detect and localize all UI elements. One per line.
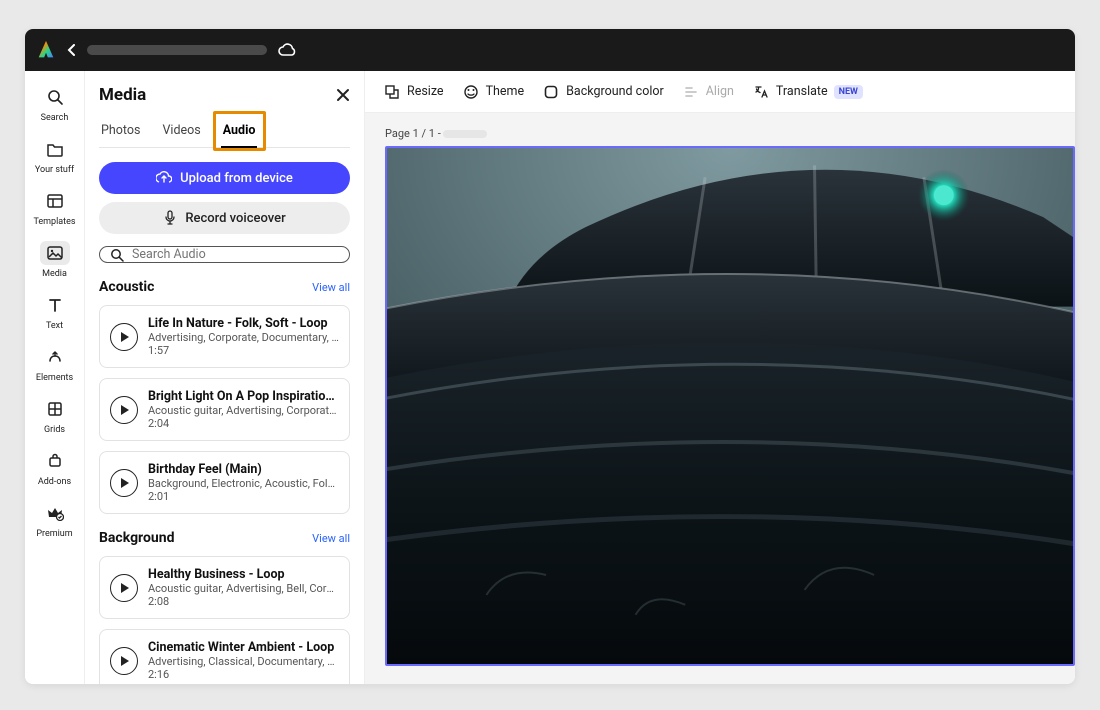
- rail-label: Elements: [36, 373, 73, 383]
- canvas-toolbar: Resize Theme Background color Align Tran…: [365, 71, 1075, 113]
- back-button[interactable]: [67, 44, 77, 56]
- rail-label: Text: [46, 321, 63, 331]
- track-title: Bright Light On A Pop Inspiratio…: [148, 389, 339, 404]
- left-rail: Search Your stuff Templates Media Text Elemen…: [25, 71, 85, 684]
- play-button[interactable]: [110, 469, 138, 497]
- track-tags: Acoustic guitar, Advertising, Corporate,…: [148, 404, 339, 417]
- align-icon: [682, 83, 700, 101]
- rail-elements[interactable]: Elements: [29, 341, 81, 389]
- track-tags: Acoustic guitar, Advertising, Bell, Corp…: [148, 582, 339, 595]
- track-title: Healthy Business - Loop: [148, 567, 339, 582]
- app-logo: [35, 39, 57, 61]
- premium-icon: [40, 501, 70, 525]
- close-panel-button[interactable]: [336, 88, 350, 102]
- canvas[interactable]: [385, 146, 1075, 666]
- text-icon: [40, 293, 70, 317]
- rail-grids[interactable]: Grids: [29, 393, 81, 441]
- search-icon: [110, 248, 124, 262]
- search-input[interactable]: [132, 247, 339, 262]
- view-all-link[interactable]: View all: [312, 532, 350, 545]
- tab-videos[interactable]: Videos: [160, 117, 202, 147]
- new-badge: NEW: [834, 85, 863, 99]
- track-tags: Advertising, Classical, Documentary, Dr…: [148, 655, 339, 668]
- translate-tool[interactable]: Translate NEW: [752, 83, 863, 101]
- rail-addons[interactable]: Add-ons: [29, 445, 81, 493]
- track-tags: Advertising, Corporate, Documentary, D…: [148, 331, 339, 344]
- addons-icon: [40, 449, 70, 473]
- track-title: Cinematic Winter Ambient - Loop: [148, 640, 339, 655]
- align-tool: Align: [682, 83, 734, 101]
- your-stuff-icon: [40, 137, 70, 161]
- bgcolor-icon: [542, 83, 560, 101]
- rail-search[interactable]: Search: [29, 81, 81, 129]
- translate-icon: [752, 83, 770, 101]
- record-label: Record voiceover: [185, 211, 285, 226]
- track-duration: 2:08: [148, 595, 339, 608]
- play-button[interactable]: [110, 323, 138, 351]
- elements-icon: [40, 345, 70, 369]
- audio-track[interactable]: Birthday Feel (Main)Background, Electron…: [99, 451, 350, 514]
- theme-icon: [462, 83, 480, 101]
- background-color-tool[interactable]: Background color: [542, 83, 664, 101]
- theme-tool[interactable]: Theme: [462, 83, 525, 101]
- audio-track[interactable]: Healthy Business - LoopAcoustic guitar, …: [99, 556, 350, 619]
- resize-tool[interactable]: Resize: [383, 83, 444, 101]
- canvas-artwork: [387, 148, 1073, 664]
- audio-sections: Acoustic View all Life In Nature - Folk, S…: [99, 263, 350, 684]
- templates-icon: [40, 189, 70, 213]
- play-button[interactable]: [110, 574, 138, 602]
- rail-label: Templates: [33, 217, 75, 227]
- main-area: Search Your stuff Templates Media Text Elemen…: [25, 71, 1075, 684]
- track-duration: 2:01: [148, 490, 339, 503]
- document-title-placeholder[interactable]: [87, 45, 267, 55]
- page-indicator: Page 1 / 1 -: [365, 113, 1075, 146]
- canvas-area: Resize Theme Background color Align Tran…: [365, 71, 1075, 684]
- rail-label: Search: [41, 113, 69, 123]
- rail-label: Premium: [36, 529, 72, 539]
- rail-premium[interactable]: Premium: [29, 497, 81, 545]
- panel-title: Media: [99, 85, 146, 105]
- track-tags: Background, Electronic, Acoustic, Folk, …: [148, 477, 339, 490]
- rail-label: Your stuff: [35, 165, 74, 175]
- grids-icon: [40, 397, 70, 421]
- rail-label: Grids: [44, 425, 65, 435]
- media-icon: [40, 241, 70, 265]
- view-all-link[interactable]: View all: [312, 281, 350, 294]
- search-icon: [40, 85, 70, 109]
- rail-your-stuff[interactable]: Your stuff: [29, 133, 81, 181]
- track-duration: 1:57: [148, 344, 339, 357]
- cloud-sync-icon[interactable]: [277, 42, 297, 58]
- play-button[interactable]: [110, 396, 138, 424]
- audio-track[interactable]: Cinematic Winter Ambient - LoopAdvertisi…: [99, 629, 350, 684]
- audio-track[interactable]: Bright Light On A Pop Inspiratio…Acousti…: [99, 378, 350, 441]
- media-tabs: Photos Videos Audio: [99, 117, 350, 148]
- search-audio-field[interactable]: [99, 246, 350, 263]
- tab-photos[interactable]: Photos: [99, 117, 142, 147]
- resize-icon: [383, 83, 401, 101]
- track-duration: 2:04: [148, 417, 339, 430]
- tab-audio[interactable]: Audio: [221, 117, 258, 147]
- rail-media[interactable]: Media: [29, 237, 81, 285]
- play-button[interactable]: [110, 647, 138, 675]
- rail-text[interactable]: Text: [29, 289, 81, 337]
- upload-from-device-button[interactable]: Upload from device: [99, 162, 350, 194]
- record-voiceover-button[interactable]: Record voiceover: [99, 202, 350, 234]
- track-title: Birthday Feel (Main): [148, 462, 339, 477]
- rail-templates[interactable]: Templates: [29, 185, 81, 233]
- media-panel: Media Photos Videos Audio Upload from devi…: [85, 71, 365, 684]
- upload-label: Upload from device: [180, 171, 293, 186]
- track-duration: 2:16: [148, 668, 339, 681]
- rail-label: Add-ons: [38, 477, 71, 487]
- title-bar: [25, 29, 1075, 71]
- section-title: Background: [99, 530, 174, 546]
- track-title: Life In Nature - Folk, Soft - Loop: [148, 316, 339, 331]
- section-title: Acoustic: [99, 279, 154, 295]
- audio-track[interactable]: Life In Nature - Folk, Soft - LoopAdvert…: [99, 305, 350, 368]
- rail-label: Media: [42, 269, 67, 279]
- app-window: Search Your stuff Templates Media Text Elemen…: [25, 29, 1075, 684]
